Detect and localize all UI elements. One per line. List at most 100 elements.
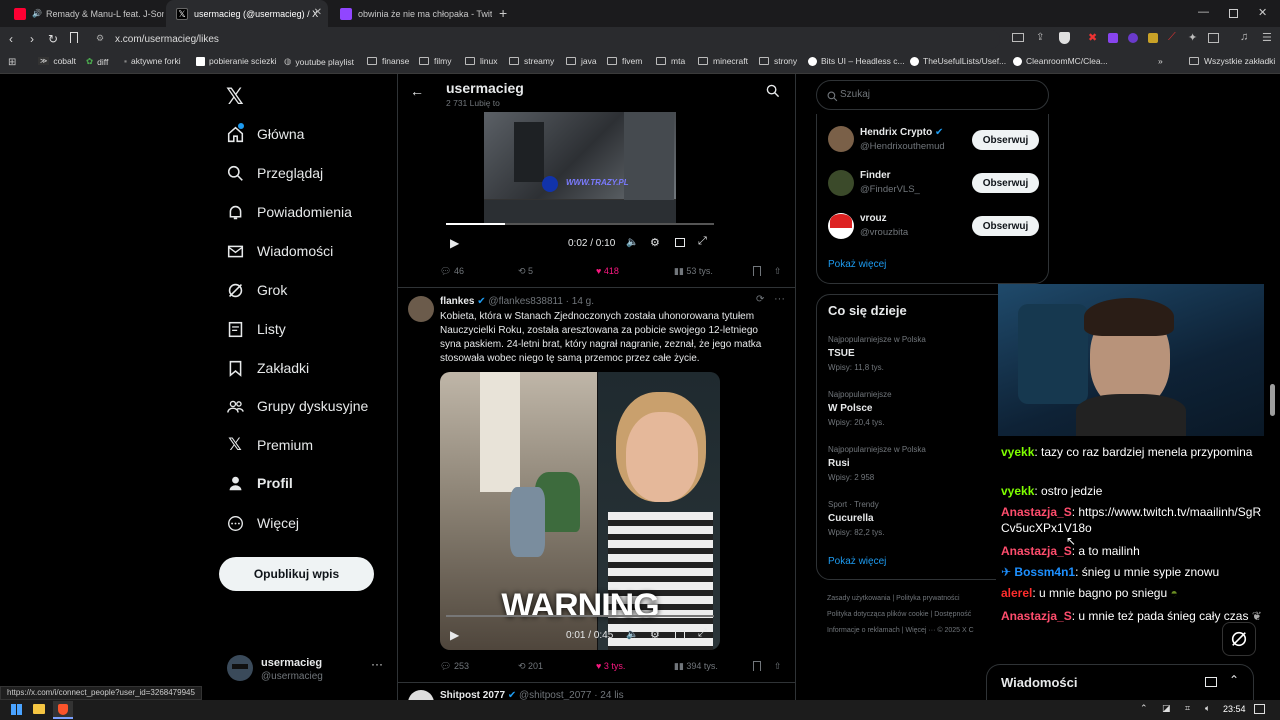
like-button[interactable]: ♥ 3 tys.: [596, 661, 625, 671]
share-icon[interactable]: ⇧: [774, 266, 782, 277]
play-icon[interactable]: ▶: [450, 628, 459, 642]
expand-icon[interactable]: ⌃: [1229, 673, 1239, 687]
bookmark-folder[interactable]: finanse: [367, 56, 409, 66]
nav-communities[interactable]: Grupy dyskusyjne: [226, 392, 368, 420]
bookmark-folder[interactable]: java: [566, 56, 597, 66]
bookmark-item[interactable]: TheUsefulLists/Usef...: [910, 56, 1006, 66]
repost-button[interactable]: ⟲ 201: [518, 661, 543, 672]
bookmark-item[interactable]: Bits UI – Headless c...: [808, 56, 905, 66]
nav-premium[interactable]: 𝕏 Premium: [226, 431, 313, 459]
grok-icon[interactable]: ⟳: [756, 294, 764, 305]
fullscreen-icon[interactable]: ⤢: [698, 627, 707, 640]
nav-home[interactable]: Główna: [226, 120, 304, 148]
site-info-icon[interactable]: ⚙: [96, 33, 104, 44]
nav-explore[interactable]: Przeglądaj: [226, 159, 323, 187]
footer-link[interactable]: Zasady użytkowania: [827, 595, 890, 602]
nav-bookmarks[interactable]: Zakładki: [226, 354, 309, 382]
clock[interactable]: 23:54: [1223, 704, 1246, 714]
page-scrollbar[interactable]: [1270, 384, 1275, 416]
extension-icon[interactable]: [1148, 33, 1158, 43]
avatar[interactable]: [828, 126, 854, 152]
suggested-user-name[interactable]: vrouz: [860, 213, 887, 224]
volume-icon[interactable]: 🔈︎: [1205, 703, 1210, 714]
video-progress-track[interactable]: [446, 615, 714, 617]
bookmark-item[interactable]: ▪ aktywne forki: [124, 56, 181, 66]
url-text[interactable]: x.com/usermacieg/likes: [115, 34, 219, 45]
nav-messages[interactable]: Wiadomości: [226, 237, 333, 265]
author-name[interactable]: flankes: [440, 296, 474, 307]
show-more-link[interactable]: Pokaż więcej: [828, 259, 886, 270]
bookmark-folder[interactable]: strony: [759, 56, 797, 66]
sidebar-icon[interactable]: [1208, 33, 1219, 43]
follow-button[interactable]: Obserwuj: [972, 216, 1039, 236]
share-icon[interactable]: ⇪: [1036, 32, 1044, 43]
minimize-window-button[interactable]: —: [1198, 6, 1209, 18]
x-logo-icon[interactable]: 𝕏: [226, 84, 244, 110]
views-button[interactable]: ▮▮ 394 tys.: [674, 661, 718, 672]
footer-link[interactable]: Polityka dotycząca plików cookie: [827, 611, 929, 618]
repost-button[interactable]: ⟲ 5: [518, 266, 533, 277]
footer-link[interactable]: Więcej ···: [905, 627, 935, 634]
volume-icon[interactable]: 🔈: [626, 629, 638, 640]
bookmark-item[interactable]: CleanroomMC/Clea...: [1013, 56, 1108, 66]
speaker-icon[interactable]: 🔊: [32, 9, 42, 18]
bookmark-folder[interactable]: streamy: [509, 56, 554, 66]
new-tab-button[interactable]: +: [499, 5, 507, 21]
messages-drawer[interactable]: Wiadomości ⌃: [986, 664, 1254, 700]
brave-shield-icon[interactable]: [1059, 32, 1070, 44]
windows-start-icon[interactable]: [11, 704, 22, 715]
bookmark-folder[interactable]: filmy: [419, 56, 451, 66]
nav-more[interactable]: Więcej: [226, 509, 299, 537]
tab-twitch[interactable]: obwinia że nie ma chłopaka - Twitch: [330, 0, 492, 27]
close-tab-icon[interactable]: ✕: [314, 7, 322, 18]
author-handle[interactable]: @flankes838811: [488, 296, 562, 307]
tray-chevron-icon[interactable]: ⌃: [1140, 703, 1148, 714]
trend-name[interactable]: Cucurella: [828, 513, 874, 524]
tweet-time[interactable]: · 24 lis: [594, 690, 623, 700]
footer-link[interactable]: Polityka prywatności: [896, 595, 959, 602]
tab-youtube[interactable]: 🔊 Remady & Manu-L feat. J-Son - S: [4, 0, 164, 27]
footer-link[interactable]: Dostępność: [934, 611, 971, 618]
avatar[interactable]: [828, 170, 854, 196]
url-field[interactable]: ⚙ x.com/usermacieg/likes: [90, 30, 1000, 49]
extension-icon[interactable]: ✖: [1088, 31, 1097, 44]
apps-grid-icon[interactable]: ⊞: [8, 57, 16, 68]
bookmark-item[interactable]: pobieranie sciezki: [196, 56, 277, 66]
pip-icon[interactable]: [675, 238, 685, 247]
settings-gear-icon[interactable]: ⚙: [650, 628, 660, 641]
author-handle[interactable]: @shitpost_2077: [519, 690, 591, 700]
follow-button[interactable]: Obserwuj: [972, 173, 1039, 193]
nav-notifications[interactable]: Powiadomienia: [226, 198, 352, 226]
reply-button[interactable]: 💬︎ 253: [440, 661, 469, 672]
play-icon[interactable]: ▶: [450, 236, 459, 250]
more-dots-icon[interactable]: ···: [371, 657, 383, 671]
show-more-link[interactable]: Pokaż więcej: [828, 556, 886, 567]
notifications-icon[interactable]: [1254, 704, 1265, 714]
maximize-window-button[interactable]: [1229, 9, 1238, 18]
bookmark-folder[interactable]: mta: [656, 56, 685, 66]
file-explorer-icon[interactable]: [33, 704, 45, 714]
extensions-puzzle-icon[interactable]: ✦: [1188, 31, 1197, 44]
author-name[interactable]: Shitpost 2077: [440, 690, 505, 700]
new-message-icon[interactable]: [1205, 677, 1217, 687]
video-progress-track[interactable]: [446, 223, 714, 225]
avatar[interactable]: [828, 213, 854, 239]
taskbar-brave-button[interactable]: [53, 701, 73, 719]
back-arrow-icon[interactable]: ←: [410, 83, 424, 99]
suggested-user-name[interactable]: Finder: [860, 170, 891, 181]
extension-icon[interactable]: [1108, 33, 1118, 43]
reply-button[interactable]: 💬︎ 46: [440, 266, 464, 277]
post-button[interactable]: Opublikuj wpis: [219, 557, 374, 591]
nav-profile[interactable]: Profil: [226, 469, 293, 497]
tweet-time[interactable]: · 14 g.: [566, 296, 594, 307]
follow-button[interactable]: Obserwuj: [972, 130, 1039, 150]
footer-link[interactable]: Informacje o reklamach: [827, 627, 900, 634]
bookmark-item[interactable]: ◍ youtube playlist: [284, 56, 354, 67]
search-box[interactable]: Szukaj: [816, 80, 1049, 110]
tab-x-profile[interactable]: 𝕏 usermacieg (@usermacieg) / X ✕: [166, 0, 328, 27]
trend-name[interactable]: W Polsce: [828, 403, 872, 414]
extension-icon[interactable]: ⟋: [1168, 31, 1176, 44]
bookmarks-overflow-icon[interactable]: »: [1158, 56, 1163, 66]
grok-fab-button[interactable]: [1222, 622, 1256, 656]
share-icon[interactable]: ⇧: [774, 661, 782, 672]
